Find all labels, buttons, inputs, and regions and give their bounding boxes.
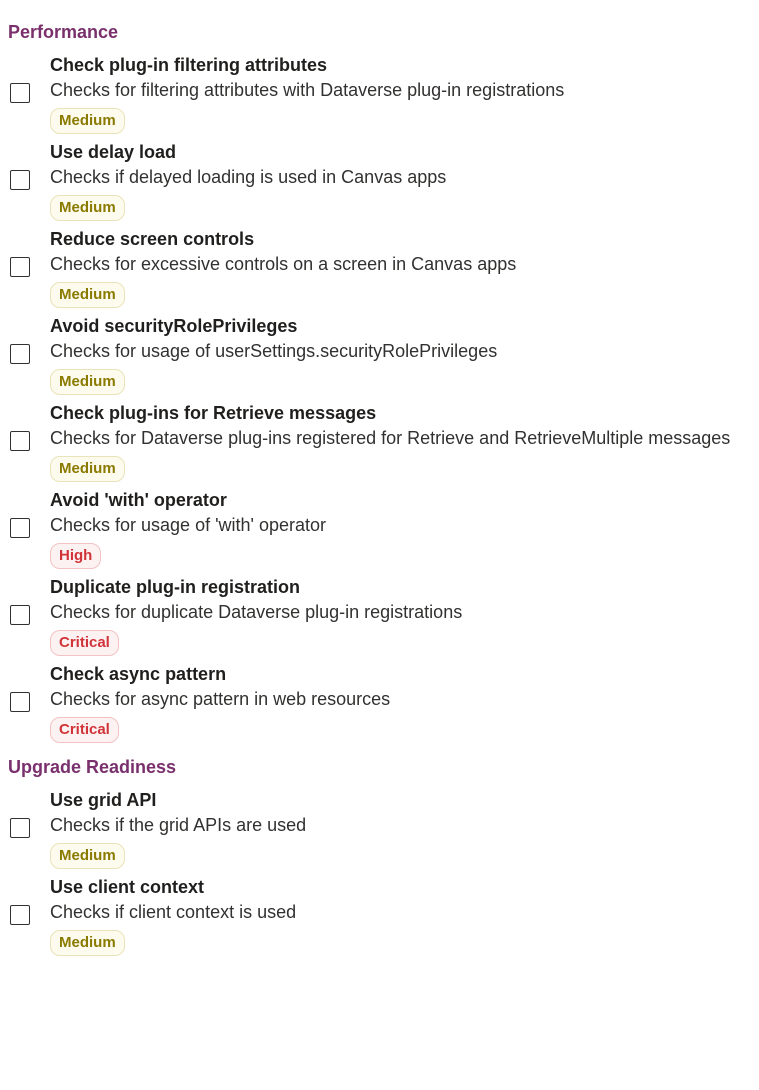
rules-panel: Performance Check plug-in filtering attri… xyxy=(8,22,751,956)
rule-checkbox-check-plugin-filtering[interactable] xyxy=(10,83,30,103)
rule-checkbox-use-grid-api[interactable] xyxy=(10,818,30,838)
rule-checkbox-duplicate-plugin-registration[interactable] xyxy=(10,605,30,625)
rule-checkbox-avoid-with-operator[interactable] xyxy=(10,518,30,538)
rule-row: Duplicate plug-in registrationChecks for… xyxy=(8,575,751,656)
rule-body: Avoid securityRolePrivilegesChecks for u… xyxy=(50,314,751,395)
rule-title: Avoid 'with' operator xyxy=(50,488,751,512)
rule-description: Checks for Dataverse plug-ins registered… xyxy=(50,426,751,451)
rule-title: Check plug-in filtering attributes xyxy=(50,53,751,77)
rule-description: Checks if client context is used xyxy=(50,900,751,925)
rule-checkbox-use-client-context[interactable] xyxy=(10,905,30,925)
rule-body: Reduce screen controlsChecks for excessi… xyxy=(50,227,751,308)
section-header-performance: Performance xyxy=(8,22,751,43)
rule-body: Use delay loadChecks if delayed loading … xyxy=(50,140,751,221)
rule-row: Avoid securityRolePrivilegesChecks for u… xyxy=(8,314,751,395)
severity-badge: High xyxy=(50,543,101,569)
rule-description: Checks for excessive controls on a scree… xyxy=(50,252,751,277)
severity-badge: Medium xyxy=(50,456,125,482)
severity-badge: Medium xyxy=(50,108,125,134)
rule-title: Reduce screen controls xyxy=(50,227,751,251)
rule-row: Check async patternChecks for async patt… xyxy=(8,662,751,743)
rule-row: Check plug-ins for Retrieve messagesChec… xyxy=(8,401,751,482)
rule-title: Avoid securityRolePrivileges xyxy=(50,314,751,338)
rule-title: Use client context xyxy=(50,875,751,899)
rule-checkbox-reduce-screen-controls[interactable] xyxy=(10,257,30,277)
rule-description: Checks for duplicate Dataverse plug-in r… xyxy=(50,600,751,625)
rule-body: Duplicate plug-in registrationChecks for… xyxy=(50,575,751,656)
severity-badge: Medium xyxy=(50,195,125,221)
rule-body: Check async patternChecks for async patt… xyxy=(50,662,751,743)
rule-row: Use client contextChecks if client conte… xyxy=(8,875,751,956)
rule-row: Use grid APIChecks if the grid APIs are … xyxy=(8,788,751,869)
rule-title: Use delay load xyxy=(50,140,751,164)
rule-description: Checks for usage of userSettings.securit… xyxy=(50,339,751,364)
rule-title: Check plug-ins for Retrieve messages xyxy=(50,401,751,425)
severity-badge: Critical xyxy=(50,630,119,656)
severity-badge: Medium xyxy=(50,369,125,395)
rule-description: Checks for filtering attributes with Dat… xyxy=(50,78,751,103)
severity-badge: Medium xyxy=(50,930,125,956)
rule-title: Duplicate plug-in registration xyxy=(50,575,751,599)
rule-body: Check plug-ins for Retrieve messagesChec… xyxy=(50,401,751,482)
rule-description: Checks for async pattern in web resource… xyxy=(50,687,751,712)
rule-description: Checks for usage of 'with' operator xyxy=(50,513,751,538)
rule-checkbox-avoid-security-role-privileges[interactable] xyxy=(10,344,30,364)
severity-badge: Medium xyxy=(50,843,125,869)
rule-body: Use grid APIChecks if the grid APIs are … xyxy=(50,788,751,869)
rule-description: Checks if delayed loading is used in Can… xyxy=(50,165,751,190)
rule-checkbox-use-delay-load[interactable] xyxy=(10,170,30,190)
rule-title: Use grid API xyxy=(50,788,751,812)
rule-body: Avoid 'with' operatorChecks for usage of… xyxy=(50,488,751,569)
rule-body: Check plug-in filtering attributesChecks… xyxy=(50,53,751,134)
section-header-upgrade-readiness: Upgrade Readiness xyxy=(8,757,751,778)
rule-checkbox-check-plugins-retrieve[interactable] xyxy=(10,431,30,451)
rule-row: Check plug-in filtering attributesChecks… xyxy=(8,53,751,134)
rule-body: Use client contextChecks if client conte… xyxy=(50,875,751,956)
rule-row: Avoid 'with' operatorChecks for usage of… xyxy=(8,488,751,569)
rule-row: Use delay loadChecks if delayed loading … xyxy=(8,140,751,221)
rule-description: Checks if the grid APIs are used xyxy=(50,813,751,838)
severity-badge: Medium xyxy=(50,282,125,308)
rule-row: Reduce screen controlsChecks for excessi… xyxy=(8,227,751,308)
severity-badge: Critical xyxy=(50,717,119,743)
rule-title: Check async pattern xyxy=(50,662,751,686)
rule-checkbox-check-async-pattern[interactable] xyxy=(10,692,30,712)
